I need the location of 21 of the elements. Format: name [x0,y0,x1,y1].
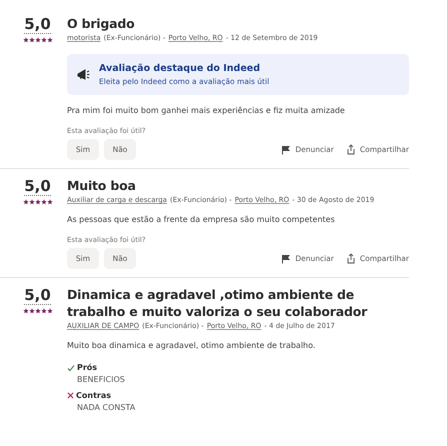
flag-icon [281,144,292,154]
rating-value: 5,0 [24,15,51,34]
cross-icon [67,392,74,399]
share-icon [346,144,356,155]
flag-icon [281,254,292,264]
review-text: As pessoas que estão a frente da empresa são muito competentes [67,214,336,226]
section-text: NADA CONSTA [76,402,136,413]
section-label: Contras [76,390,111,401]
review-text: Muito boa dinamica e agradavel, otimo ambiente de trabalho. [67,340,316,352]
review-title: Dinamica e agradavel ,otimo ambiente de trabalho e muito valoriza o seu colaborador [67,286,368,320]
share-icon [346,253,356,264]
section-text: BENEFICIOS [76,374,126,385]
rating-value: 5,0 [24,286,51,305]
review-title: O brigado [67,15,136,32]
review-title: Muito boa [67,177,137,194]
megaphone-icon [77,68,91,81]
review-text: Pra mim foi muito bom ganhei mais experiências e fiz muita amizade [67,105,346,117]
rating-value: 5,0 [24,177,51,196]
highlight-title: Avaliação destaque do Indeed [99,62,261,75]
section-label: Prós [77,362,98,373]
check-icon [67,364,75,372]
